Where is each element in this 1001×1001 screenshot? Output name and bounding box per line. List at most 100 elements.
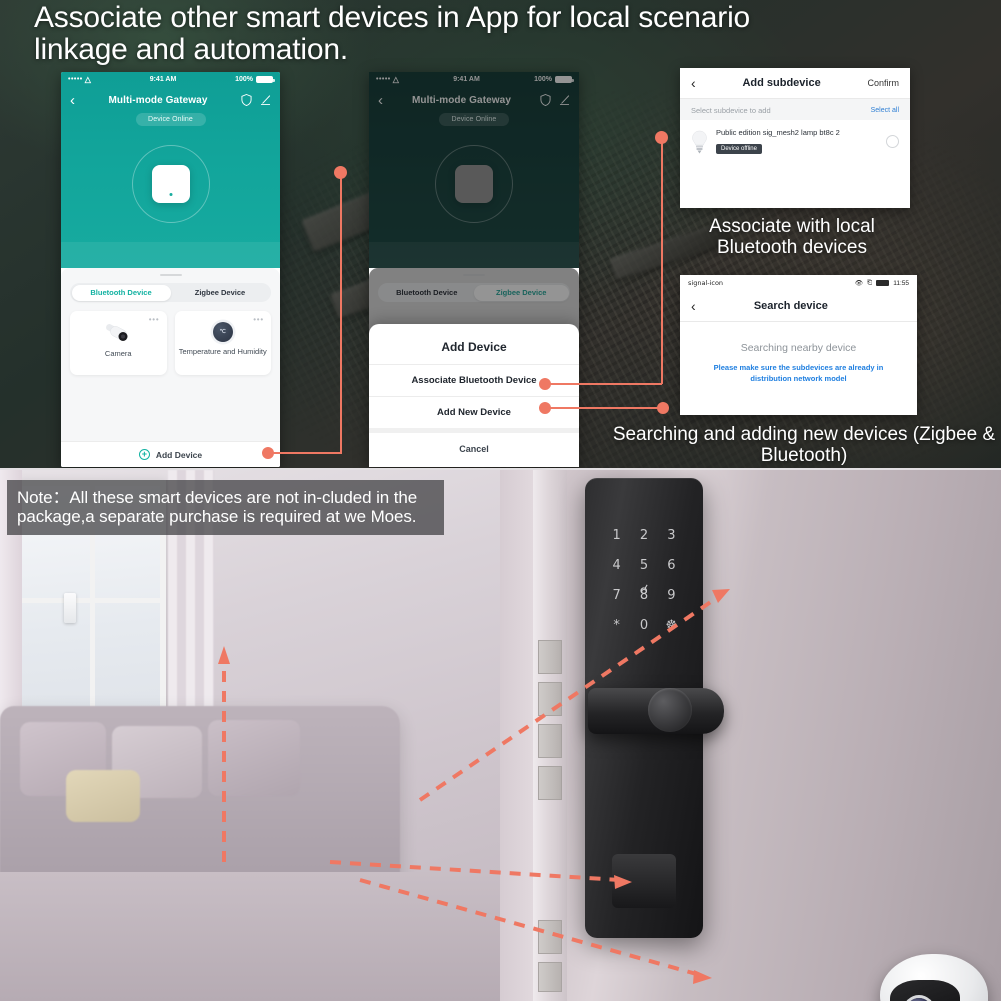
- device-card-grid: ••• Camera ••• ℃ Temperature and Humidit…: [70, 311, 271, 375]
- device-card-temperature-humidity[interactable]: ••• ℃ Temperature and Humidity: [174, 311, 271, 375]
- connector-dot: [539, 402, 551, 414]
- strike-plate: [538, 724, 562, 758]
- doorbell-icon[interactable]: ☸: [658, 618, 685, 633]
- subdevice-name: Public edition sig_mesh2 lamp bt8c 2: [716, 128, 840, 137]
- note-box: Note：All these smart devices are not in-…: [7, 480, 444, 536]
- room-scene: 1 2 3 4 5 6 7 8 9 * 0 ☸ ☌ Note：All these…: [0, 470, 1001, 1001]
- select-all-link[interactable]: Select all: [871, 107, 899, 114]
- camera-lens-bay: [890, 980, 960, 1001]
- camera-icon: [106, 324, 128, 341]
- caption-searching-adding: Searching and adding new devices (Zigbee…: [612, 424, 996, 467]
- select-checkbox[interactable]: [886, 135, 899, 148]
- sheet-grabber[interactable]: [463, 274, 485, 276]
- strike-plate: [538, 766, 562, 800]
- gateway-hero-dimmed: ••••• △ 9:41 AM 100% ‹ Multi-mode Gatewa…: [369, 72, 579, 268]
- device-card-camera[interactable]: ••• Camera: [70, 311, 167, 375]
- lock-keypad[interactable]: 1 2 3 4 5 6 7 8 9 * 0 ☸: [585, 528, 703, 633]
- shield-icon[interactable]: [540, 94, 551, 106]
- gateway-device-illustration[interactable]: [455, 165, 493, 203]
- status-time: 9:41 AM: [149, 75, 177, 83]
- fingerprint-reader[interactable]: [648, 688, 692, 732]
- bluetooth-icon: ⎗: [867, 279, 873, 286]
- confirm-button[interactable]: Confirm: [867, 78, 899, 88]
- card-menu-icon[interactable]: •••: [149, 316, 160, 324]
- search-body: Searching nearby device Please make sure…: [680, 322, 917, 385]
- connector-dot: [262, 447, 274, 459]
- page-title: Multi-mode Gateway: [411, 94, 512, 106]
- plus-icon: +: [138, 449, 150, 460]
- edit-icon[interactable]: [260, 94, 271, 106]
- gateway-hero: ••••• △ 9:41 AM 100% ‹ Multi-mode Gatewa…: [61, 72, 280, 268]
- keypad-key-star[interactable]: *: [603, 618, 630, 633]
- tab-zigbee-device[interactable]: Zigbee Device: [171, 285, 270, 301]
- phone-screenshot-gateway-bluetooth: ••••• △ 9:41 AM 100% ‹ Multi-mode Gatewa…: [61, 72, 280, 467]
- connector-line: [545, 407, 663, 409]
- connector-line: [661, 137, 663, 384]
- searching-heading: Searching nearby device: [740, 342, 857, 354]
- wifi-icon: △: [392, 74, 399, 84]
- top-section: Associate other smart devices in App for…: [0, 0, 1001, 470]
- ios-status-bar: ••••• △ 9:41 AM 100%: [61, 72, 280, 86]
- action-cancel[interactable]: Cancel: [369, 433, 579, 467]
- keypad-key-5[interactable]: 5: [630, 558, 657, 573]
- device-type-tabs: Bluetooth Device Zigbee Device: [70, 283, 271, 302]
- sheet-grabber[interactable]: [159, 274, 182, 276]
- battery-icon: [255, 75, 275, 83]
- keypad-key-0[interactable]: 0: [630, 618, 657, 633]
- keypad-key-7[interactable]: 7: [603, 588, 630, 603]
- strike-plate: [538, 920, 562, 954]
- signal-dots-icon: •••••: [376, 75, 391, 83]
- subdevice-list-item[interactable]: Public edition sig_mesh2 lamp bt8c 2 Dev…: [680, 120, 910, 163]
- tab-bluetooth-device[interactable]: Bluetooth Device: [380, 285, 475, 301]
- page-title: Add subdevice: [742, 77, 821, 89]
- bulb-icon: [692, 130, 707, 153]
- connector-line: [545, 383, 662, 385]
- keypad-key-6[interactable]: 6: [658, 558, 685, 573]
- window-mullion: [22, 598, 160, 603]
- hero-fade: [369, 242, 579, 268]
- strike-plate: [538, 962, 562, 992]
- signal-icon: signal-icon: [688, 279, 724, 287]
- keypad-key-4[interactable]: 4: [603, 558, 630, 573]
- device-list-sheet: Bluetooth Device Zigbee Device ••• Camer…: [61, 268, 280, 467]
- tab-zigbee-device[interactable]: Zigbee Device: [474, 284, 569, 301]
- nav-bar: ‹ Multi-mode Gateway: [369, 86, 579, 110]
- signal-dots-icon: •••••: [68, 75, 83, 83]
- product-infographic: Associate other smart devices in App for…: [0, 0, 1001, 1001]
- connector-line: [340, 172, 342, 454]
- shield-icon[interactable]: [241, 94, 252, 106]
- keypad-key-1[interactable]: 1: [603, 528, 630, 543]
- throw-pillow: [66, 770, 140, 822]
- temperature-humidity-icon: ℃: [212, 322, 233, 342]
- battery-percent: 100%: [534, 75, 552, 83]
- eye-icon: 👁: [854, 280, 863, 287]
- edit-icon[interactable]: [559, 94, 570, 106]
- gateway-device-illustration[interactable]: [151, 165, 190, 203]
- ipc-camera-device: [866, 948, 1001, 1001]
- strike-plate: [538, 640, 562, 674]
- page-title: Multi-mode Gateway: [108, 94, 208, 106]
- add-device-button[interactable]: + Add Device: [61, 441, 280, 467]
- tab-bluetooth-device[interactable]: Bluetooth Device: [71, 284, 171, 301]
- add-device-label: Add Device: [155, 449, 203, 460]
- keypad-key-9[interactable]: 9: [658, 588, 685, 603]
- page-title: Search device: [753, 300, 828, 312]
- keypad-key-3[interactable]: 3: [658, 528, 685, 543]
- subdevice-hint: Select subdevice to add: [691, 106, 771, 115]
- cushion: [208, 720, 300, 796]
- fingerprint-icon[interactable]: ☌: [640, 582, 649, 598]
- lock-keyhole: [612, 854, 676, 908]
- device-card-label: Temperature and Humidity: [178, 347, 267, 356]
- connector-dot: [539, 378, 551, 390]
- card-menu-icon[interactable]: •••: [253, 316, 264, 324]
- panel-add-subdevice: ‹ Add subdevice Confirm Select subdevice…: [680, 68, 910, 208]
- keypad-key-2[interactable]: 2: [630, 528, 657, 543]
- contact-sensor-device: [64, 593, 76, 623]
- bottom-section: 1 2 3 4 5 6 7 8 9 * 0 ☸ ☌ Note：All these…: [0, 470, 1001, 1001]
- battery-percent: 100%: [235, 75, 253, 83]
- device-status-badge: Device Online: [135, 113, 206, 126]
- searching-note: Please make sure the subdevices are alre…: [713, 363, 884, 383]
- battery-icon: [554, 75, 574, 83]
- hero-fade: [61, 242, 280, 268]
- subdevice-hint-row: Select subdevice to add Select all: [680, 99, 910, 120]
